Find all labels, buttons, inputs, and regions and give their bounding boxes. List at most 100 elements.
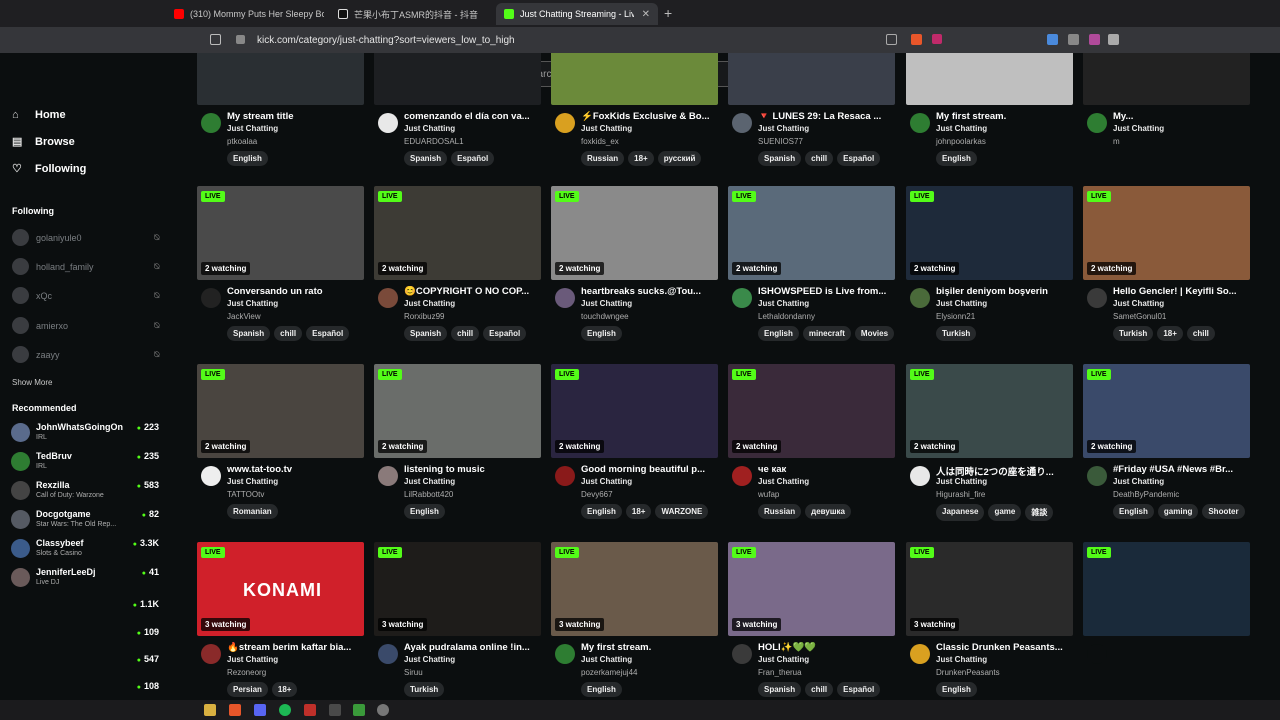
stream-card[interactable]: LIVE 3 watching Classic Drunken Peasants..… <box>906 542 1073 700</box>
stream-category[interactable]: Just Chatting <box>227 655 278 664</box>
brave-rewards-icon[interactable] <box>932 34 942 44</box>
stream-category[interactable]: Just Chatting <box>758 477 809 486</box>
following-item[interactable]: zaayy ⦰ <box>12 346 162 363</box>
tag-chip[interactable]: chill <box>451 326 480 341</box>
stream-thumbnail[interactable]: LIVE 2 watching <box>197 186 364 280</box>
stream-category[interactable]: Just Chatting <box>404 299 455 308</box>
tag-chip[interactable]: девушка <box>805 504 851 519</box>
stream-title[interactable]: че как <box>758 464 893 475</box>
url-text[interactable]: kick.com/category/just-chatting?sort=vie… <box>257 35 515 46</box>
tag-chip[interactable]: русский <box>657 151 702 166</box>
avatar[interactable] <box>1087 288 1107 308</box>
stream-card[interactable]: LIVE 3 watching KONAMI 🔥stream berim kaftar… <box>197 542 364 700</box>
stream-category[interactable]: Just Chatting <box>758 124 809 133</box>
stream-category[interactable]: Just Chatting <box>936 299 987 308</box>
new-tab-button[interactable]: + <box>664 5 672 21</box>
tab-kick[interactable]: Just Chatting Streaming - Live St ✕ <box>496 3 658 25</box>
streamer-name[interactable]: JackView <box>227 312 261 321</box>
tag-chip[interactable]: Turkish <box>1113 326 1154 341</box>
brave-shield-icon[interactable] <box>911 34 922 45</box>
following-item[interactable]: amierxo ⦰ <box>12 317 162 334</box>
stream-title[interactable]: Ayak pudralama online !in... <box>404 642 539 653</box>
streamer-name[interactable]: SametGonul01 <box>1113 312 1166 321</box>
streamer-name[interactable]: Devy667 <box>581 490 613 499</box>
stream-thumbnail[interactable]: LIVE 2 watching <box>374 186 541 280</box>
tag-chip[interactable]: English <box>227 151 268 166</box>
streamer-name[interactable]: Higurashi_fire <box>936 490 985 499</box>
stream-card[interactable]: My... Just Chatting m <box>1083 53 1250 181</box>
tag-chip[interactable]: chill <box>805 151 834 166</box>
stream-thumbnail[interactable]: LIVE 3 watching <box>906 542 1073 636</box>
folder-icon[interactable] <box>204 704 216 716</box>
stream-thumbnail[interactable] <box>197 53 364 105</box>
avatar[interactable] <box>555 288 575 308</box>
stream-thumbnail[interactable]: LIVE 2 watching <box>728 364 895 458</box>
stream-card[interactable]: LIVE 2 watching Conversando un rato Just Ch… <box>197 186 364 356</box>
stream-thumbnail[interactable] <box>728 53 895 105</box>
following-item[interactable]: golaniyule0 ⦰ <box>12 229 162 246</box>
tag-chip[interactable]: Turkish <box>936 326 977 341</box>
stream-thumbnail[interactable]: LIVE 3 watching <box>728 542 895 636</box>
tag-chip[interactable]: Español <box>837 151 881 166</box>
avatar[interactable] <box>201 466 221 486</box>
streamer-name[interactable]: Rezoneorg <box>227 668 266 677</box>
tab-tiktok[interactable]: 芒果小布丁ASMR的抖音 - 抖音 <box>330 3 488 25</box>
tag-chip[interactable]: English <box>581 682 622 697</box>
avatar[interactable] <box>555 644 575 664</box>
tag-chip[interactable]: Spanish <box>404 326 448 341</box>
stream-category[interactable]: Just Chatting <box>227 477 278 486</box>
tag-chip[interactable]: chill <box>1186 326 1215 341</box>
sidebar-item-browse[interactable]: ▤ Browse <box>12 135 75 149</box>
streamer-name[interactable]: DrunkenPeasants <box>936 668 1000 677</box>
stream-category[interactable]: Just Chatting <box>404 477 455 486</box>
stream-title[interactable]: Conversando un rato <box>227 286 362 297</box>
following-item[interactable]: xQc ⦰ <box>12 287 162 304</box>
stream-title[interactable]: bişiler deniyom boşverin <box>936 286 1071 297</box>
recommended-channel[interactable]: TedBruv IRL 235 <box>11 450 161 474</box>
tag-chip[interactable]: 18+ <box>628 151 654 166</box>
avatar[interactable] <box>1087 466 1107 486</box>
stream-category[interactable]: Just Chatting <box>936 124 987 133</box>
tag-chip[interactable]: 18+ <box>271 682 298 697</box>
recommended-channel[interactable]: 547 <box>11 650 161 674</box>
recommended-channel[interactable]: Rexzilla Call of Duty: Warzone 583 <box>11 479 161 503</box>
following-item[interactable]: holland_family ⦰ <box>12 258 162 275</box>
extension-icon[interactable] <box>1089 34 1100 45</box>
streamer-name[interactable]: wufap <box>758 490 779 499</box>
stream-category[interactable]: Just Chatting <box>227 124 278 133</box>
stream-card[interactable]: My first stream. Just Chatting johnpoolark… <box>906 53 1073 181</box>
tag-chip[interactable]: 18+ <box>1157 326 1183 341</box>
streamer-name[interactable]: EDUARDOSAL1 <box>404 137 464 146</box>
stream-thumbnail[interactable]: LIVE 2 watching <box>551 364 718 458</box>
stream-card[interactable]: LIVE 2 watching 😊COPYRIGHT O NO COP... Just… <box>374 186 541 356</box>
avatar[interactable] <box>910 113 930 133</box>
stream-card[interactable]: LIVE 2 watching ISHOWSPEED is Live from...… <box>728 186 895 356</box>
avatar[interactable] <box>910 288 930 308</box>
app-icon[interactable] <box>304 704 316 716</box>
stream-thumbnail[interactable]: LIVE 2 watching <box>728 186 895 280</box>
avatar[interactable] <box>1087 113 1107 133</box>
avatar[interactable] <box>201 113 221 133</box>
streamer-name[interactable]: ptkoalaa <box>227 137 257 146</box>
stream-card[interactable]: LIVE 2 watching че как Just Chatting wufap Ru… <box>728 364 895 534</box>
tag-chip[interactable]: Spanish <box>758 151 802 166</box>
stream-title[interactable]: ISHOWSPEED is Live from... <box>758 286 893 297</box>
recommended-channel[interactable]: JenniferLeeDj Live DJ 41 <box>11 566 161 590</box>
tag-chip[interactable]: Persian <box>227 682 268 697</box>
tag-chip[interactable]: WARZONE <box>655 504 709 519</box>
tag-chip[interactable]: Spanish <box>758 682 802 697</box>
tag-chip[interactable]: Russian <box>758 504 802 519</box>
stream-thumbnail[interactable]: LIVE 3 watching <box>551 542 718 636</box>
tag-chip[interactable]: Spanish <box>227 326 271 341</box>
stream-card[interactable]: LIVE 2 watching heartbreaks sucks.@Tou... J… <box>551 186 718 356</box>
stream-card[interactable]: LIVE 2 watching www.tat-too.tv Just Chattin… <box>197 364 364 534</box>
avatar[interactable] <box>555 466 575 486</box>
stream-title[interactable]: 😊COPYRIGHT O NO COP... <box>404 286 539 297</box>
streamer-name[interactable]: m <box>1113 137 1120 146</box>
stream-category[interactable]: Just Chatting <box>581 299 632 308</box>
stream-card[interactable]: My stream title Just Chatting ptkoalaa Engl… <box>197 53 364 181</box>
streamer-name[interactable]: Lethaldondanny <box>758 312 815 321</box>
stream-category[interactable]: Just Chatting <box>936 655 987 664</box>
stream-thumbnail[interactable] <box>906 53 1073 105</box>
tag-chip[interactable]: 雑談 <box>1025 504 1054 521</box>
